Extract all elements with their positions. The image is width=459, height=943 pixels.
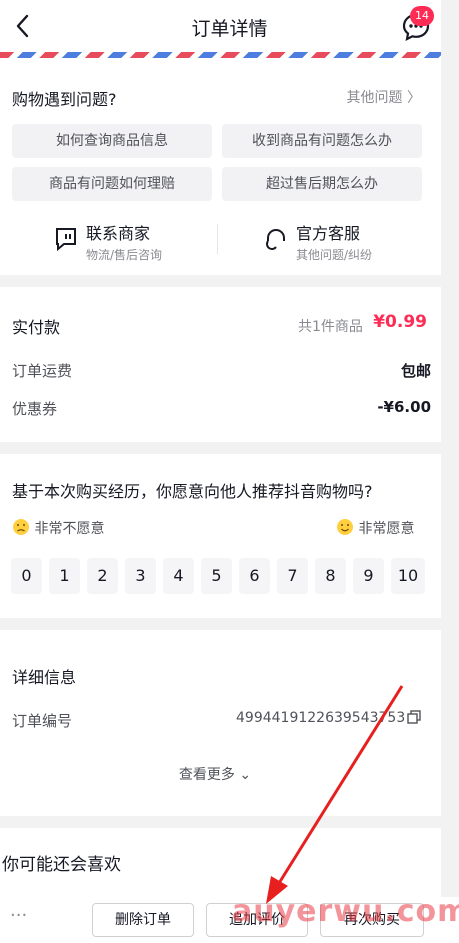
- shipping-label: 订单运费: [12, 362, 73, 380]
- help-title: 购物遇到问题?: [12, 90, 117, 109]
- faq-query-product-info[interactable]: 如何查询商品信息: [12, 124, 212, 158]
- shipping-value: 包邮: [400, 362, 431, 380]
- message-badge: 14: [410, 6, 434, 26]
- coupon-label: 优惠券: [12, 400, 58, 418]
- order-number-label: 订单编号: [12, 712, 73, 730]
- details-title: 详细信息: [12, 668, 77, 687]
- contact-divider: [217, 224, 218, 254]
- other-questions-link[interactable]: 其他问题 〉: [347, 87, 421, 107]
- nps-score-5[interactable]: 5: [201, 558, 232, 594]
- nps-score-6[interactable]: 6: [239, 558, 270, 594]
- items-count: 共1件商品: [298, 319, 363, 335]
- more-options-button[interactable]: ···: [10, 905, 27, 926]
- happy-face-icon: [337, 519, 353, 535]
- nps-score-9[interactable]: 9: [353, 558, 384, 594]
- nps-high-label-group: 非常愿意: [336, 518, 414, 538]
- nps-low-label-group: 非常不愿意: [12, 518, 104, 538]
- coupon-value: -¥6.00: [377, 398, 431, 416]
- delete-order-button[interactable]: 删除订单: [92, 903, 194, 937]
- faq-claim[interactable]: 商品有问题如何理赔: [12, 167, 212, 201]
- nps-score-4[interactable]: 4: [163, 558, 194, 594]
- view-more-link[interactable]: 查看更多 ⌄: [0, 764, 430, 784]
- recommend-title: 你可能还会喜欢: [2, 855, 121, 875]
- bottom-action-bar: ··· 删除订单 追加评价 再次购买: [0, 897, 459, 943]
- headset-icon: [266, 229, 285, 250]
- nps-score-8[interactable]: 8: [315, 558, 346, 594]
- nps-score-0[interactable]: 0: [11, 558, 42, 594]
- page-title: 订单详情: [191, 18, 268, 40]
- nps-high-label: 非常愿意: [358, 521, 415, 537]
- nps-score-3[interactable]: 3: [125, 558, 156, 594]
- order-number: 4994419122639543753: [236, 710, 406, 726]
- nps-score-1[interactable]: 1: [49, 558, 80, 594]
- paid-amount: ¥0.99: [373, 312, 427, 332]
- merchant-chat-icon: [56, 228, 76, 252]
- nps-low-label: 非常不愿意: [34, 521, 105, 537]
- buy-again-button[interactable]: 再次购买: [320, 903, 424, 937]
- top-bar: 订单详情 14: [0, 0, 459, 52]
- merchant-label: 联系商家: [86, 224, 151, 243]
- nps-score-2[interactable]: 2: [87, 558, 118, 594]
- nps-score-10[interactable]: 10: [391, 558, 425, 594]
- official-label: 官方客服: [296, 224, 361, 243]
- paid-label: 实付款: [12, 318, 61, 337]
- right-margin: [441, 0, 459, 943]
- merchant-sub: 物流/售后咨询: [86, 248, 163, 262]
- nps-score-7[interactable]: 7: [277, 558, 308, 594]
- faq-received-problem[interactable]: 收到商品有问题怎么办: [222, 124, 422, 158]
- add-review-button[interactable]: 追加评价: [206, 903, 308, 937]
- sad-face-icon: [13, 519, 29, 535]
- official-sub: 其他问题/纠纷: [296, 248, 373, 262]
- nps-question: 基于本次购买经历，你愿意向他人推荐抖音购物吗?: [12, 482, 373, 501]
- faq-after-sale-expired[interactable]: 超过售后期怎么办: [222, 167, 422, 201]
- copy-icon[interactable]: [407, 710, 421, 724]
